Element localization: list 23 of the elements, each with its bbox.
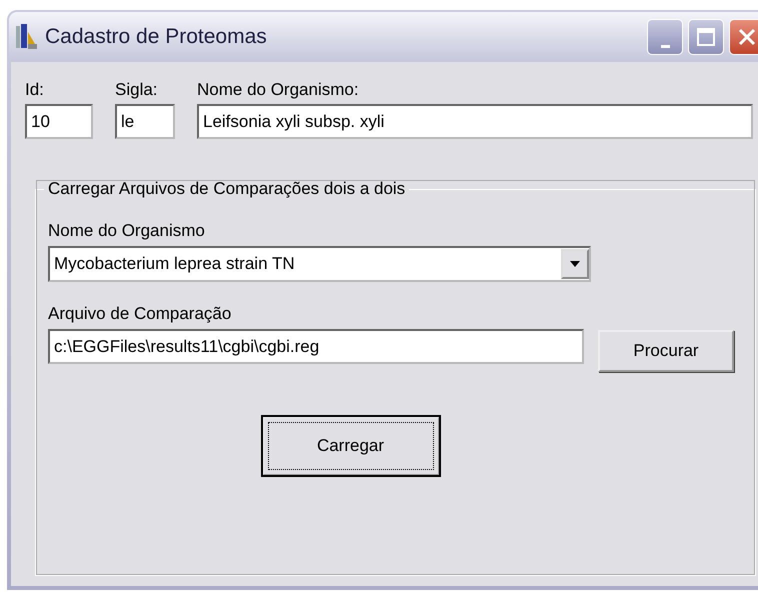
close-icon: [737, 27, 757, 47]
field-label: Nome do Organismo:: [197, 80, 360, 100]
text-field[interactable]: le: [115, 104, 175, 139]
caret-icon: [569, 260, 581, 268]
field-label: Sigla:: [115, 80, 159, 100]
window-title: Cadastro de Proteomas: [45, 25, 268, 49]
app-icon: [15, 24, 39, 50]
group-title: Carregar Arquivos de Comparações dois a dois: [47, 179, 406, 199]
field-label: Arquivo de Comparação: [48, 304, 232, 324]
text-field[interactable]: Leifsonia xyli subsp. xyli: [197, 104, 753, 139]
field-label: Nome do Organismo: [48, 221, 206, 241]
maximize-button[interactable]: [688, 19, 724, 55]
minimize-icon: [660, 45, 670, 48]
file-path-field[interactable]: c:\EGGFiles\results11\cgbi\cgbi.reg: [48, 329, 584, 364]
load-button[interactable]: Carregar: [262, 416, 440, 476]
dropdown-arrow-button[interactable]: [561, 249, 589, 279]
text-field[interactable]: 10: [25, 104, 93, 139]
field-label: Id:: [25, 80, 45, 100]
minimize-button[interactable]: [647, 19, 683, 55]
browse-button[interactable]: Procurar: [598, 330, 734, 372]
close-button[interactable]: [729, 19, 758, 55]
organism-dropdown[interactable]: Mycobacterium leprea strain TN: [48, 246, 591, 282]
maximize-icon: [696, 27, 716, 47]
